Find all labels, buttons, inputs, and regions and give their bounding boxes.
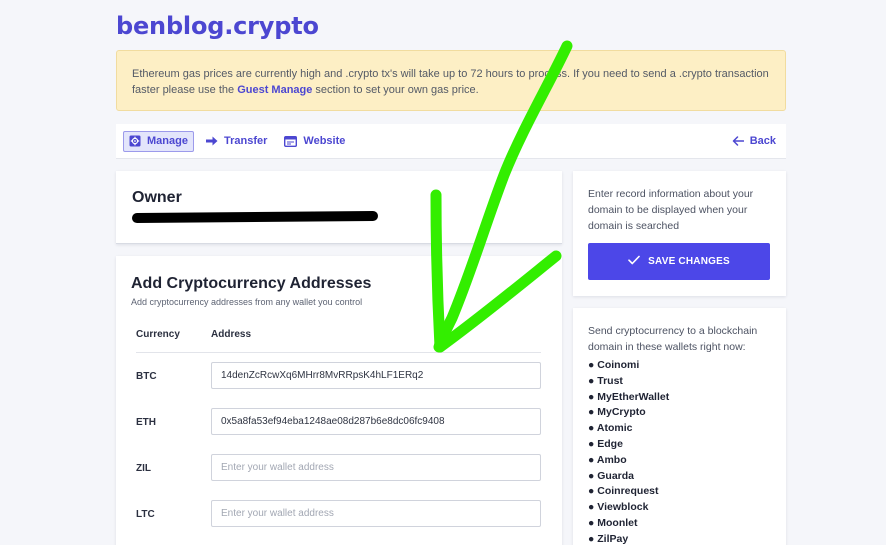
zil-address-input[interactable] <box>211 454 541 481</box>
currency-label-zil: ZIL <box>136 463 151 474</box>
wallet-item: ● ZilPay <box>588 532 629 545</box>
browser-window-icon <box>284 135 298 147</box>
save-panel: Enter record information about your doma… <box>573 171 786 296</box>
guest-manage-link[interactable]: Guest Manage <box>237 84 312 96</box>
eth-address-input[interactable] <box>211 408 541 435</box>
currency-column-header: Currency <box>136 329 180 340</box>
tab-manage[interactable]: Manage <box>123 130 194 152</box>
wallet-item: ● MyEtherWallet <box>588 390 670 403</box>
owner-card: Owner <box>116 171 562 244</box>
back-label: Back <box>749 135 776 147</box>
settings-square-icon <box>129 135 141 147</box>
arrow-right-icon <box>205 136 218 146</box>
gas-warning-banner: Ethereum gas prices are currently high a… <box>116 50 786 111</box>
owner-address-redacted <box>131 210 379 224</box>
crypto-addresses-card: Add Cryptocurrency Addresses Add cryptoc… <box>116 256 562 545</box>
address-column-header: Address <box>211 329 252 340</box>
currency-label-eth: ETH <box>136 417 156 428</box>
tab-website[interactable]: Website <box>279 131 350 152</box>
back-link[interactable]: Back <box>727 131 781 152</box>
wallet-item: ● Atomic <box>588 422 633 435</box>
wallet-item: ● Coinomi <box>588 359 640 371</box>
wallet-item: ● Viewblock <box>588 501 649 514</box>
wallets-intro: Send cryptocurrency to a blockchain doma… <box>588 325 758 353</box>
wallet-item: ● Moonlet <box>588 516 638 529</box>
header-divider <box>136 352 541 353</box>
wallets-list: ● Coinomi ● Trust ● MyEtherWallet ● MyCrypt… <box>588 358 669 545</box>
tab-transfer[interactable]: Transfer <box>201 131 272 152</box>
tab-website-label: Website <box>303 135 346 147</box>
wallet-item: ● Ambo <box>588 453 627 466</box>
wallet-item: ● Edge <box>588 437 623 450</box>
wallet-item: ● MyCrypto <box>588 406 646 419</box>
owner-heading: Owner <box>132 189 182 206</box>
save-changes-label: SAVE CHANGES <box>648 256 730 267</box>
wallet-item: ● Guarda <box>588 469 635 482</box>
site-title[interactable]: benblog.crypto <box>116 12 319 40</box>
tab-transfer-label: Transfer <box>223 135 268 147</box>
save-changes-button[interactable]: SAVE CHANGES <box>588 243 770 280</box>
btc-address-input[interactable] <box>211 362 541 389</box>
wallet-item: ● Coinrequest <box>588 485 659 498</box>
wallets-panel: Send cryptocurrency to a blockchain doma… <box>573 308 786 545</box>
banner-text-end: section to set your own gas price. <box>312 84 479 96</box>
currency-label-btc: BTC <box>136 371 157 382</box>
crypto-addresses-subtitle: Add cryptocurrency addresses from any wa… <box>131 297 363 307</box>
tab-manage-label: Manage <box>147 135 188 147</box>
domain-nav: Manage Transfer Website Back <box>116 124 786 159</box>
ltc-address-input[interactable] <box>211 500 541 527</box>
save-panel-description: Enter record information about your doma… <box>588 188 754 232</box>
wallet-item: ● Trust <box>588 374 623 387</box>
page: benblog.crypto Ethereum gas prices are c… <box>0 0 886 545</box>
crypto-addresses-heading: Add Cryptocurrency Addresses <box>131 275 372 292</box>
arrow-left-icon <box>732 136 744 146</box>
checkmark-icon <box>628 255 640 268</box>
currency-label-ltc: LTC <box>136 509 155 520</box>
